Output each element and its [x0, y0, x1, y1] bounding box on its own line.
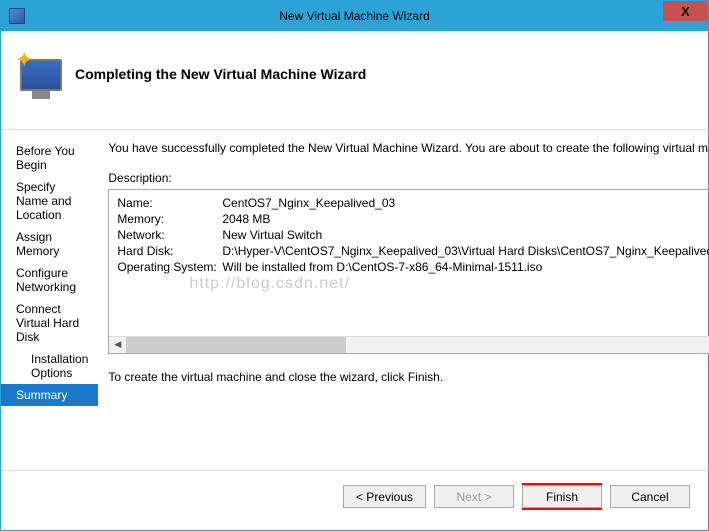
summary-row-harddisk: Hard Disk: D:\Hyper-V\CentOS7_Nginx_Keep…: [117, 244, 709, 258]
description-box: Name: CentOS7_Nginx_Keepalived_03 Memory…: [108, 189, 709, 354]
sidebar-item-assign-memory[interactable]: Assign Memory: [1, 226, 98, 262]
sidebar-item-configure-networking[interactable]: Configure Networking: [1, 262, 98, 298]
sidebar-item-summary[interactable]: Summary: [1, 384, 98, 406]
window-title: New Virtual Machine Wizard: [279, 9, 430, 23]
summary-value: 2048 MB: [222, 212, 270, 226]
summary-row-os: Operating System: Will be installed from…: [117, 260, 709, 274]
wizard-steps-sidebar: Before You Begin Specify Name and Locati…: [1, 130, 98, 470]
page-title: Completing the New Virtual Machine Wizar…: [75, 66, 366, 82]
summary-value: D:\Hyper-V\CentOS7_Nginx_Keepalived_03\V…: [222, 244, 709, 258]
next-button: Next >: [434, 485, 514, 508]
wizard-header: ✦ Completing the New Virtual Machine Wiz…: [1, 31, 708, 130]
finish-instruction: To create the virtual machine and close …: [108, 370, 709, 384]
finish-button[interactable]: Finish: [522, 485, 602, 508]
close-button[interactable]: X: [663, 1, 708, 21]
intro-text: You have successfully completed the New …: [108, 140, 709, 157]
summary-value: Will be installed from D:\CentOS-7-x86_6…: [222, 260, 542, 274]
main-panel: You have successfully completed the New …: [98, 130, 709, 470]
summary-row-name: Name: CentOS7_Nginx_Keepalived_03: [117, 196, 709, 210]
sidebar-item-specify-name[interactable]: Specify Name and Location: [1, 176, 98, 226]
summary-key: Memory:: [117, 212, 222, 226]
cancel-button[interactable]: Cancel: [610, 485, 690, 508]
summary-value: New Virtual Switch: [222, 228, 322, 242]
summary-key: Name:: [117, 196, 222, 210]
description-label: Description:: [108, 171, 709, 185]
horizontal-scrollbar[interactable]: ◀ ▶: [109, 336, 709, 353]
summary-row-memory: Memory: 2048 MB: [117, 212, 709, 226]
scroll-thumb[interactable]: [126, 337, 345, 353]
app-icon: [9, 8, 25, 24]
summary-key: Hard Disk:: [117, 244, 222, 258]
previous-button[interactable]: < Previous: [343, 485, 426, 508]
summary-value: CentOS7_Nginx_Keepalived_03: [222, 196, 395, 210]
summary-key: Network:: [117, 228, 222, 242]
summary-key: Operating System:: [117, 260, 222, 274]
sidebar-item-installation-options[interactable]: Installation Options: [1, 348, 98, 384]
titlebar: New Virtual Machine Wizard X: [1, 1, 708, 31]
button-bar: < Previous Next > Finish Cancel: [1, 470, 708, 522]
summary-row-network: Network: New Virtual Switch: [117, 228, 709, 242]
sidebar-item-connect-vhd[interactable]: Connect Virtual Hard Disk: [1, 298, 98, 348]
wizard-icon: ✦: [15, 49, 65, 99]
scroll-track[interactable]: [126, 337, 709, 353]
scroll-left-button[interactable]: ◀: [109, 337, 126, 353]
sidebar-item-before-you-begin[interactable]: Before You Begin: [1, 140, 98, 176]
